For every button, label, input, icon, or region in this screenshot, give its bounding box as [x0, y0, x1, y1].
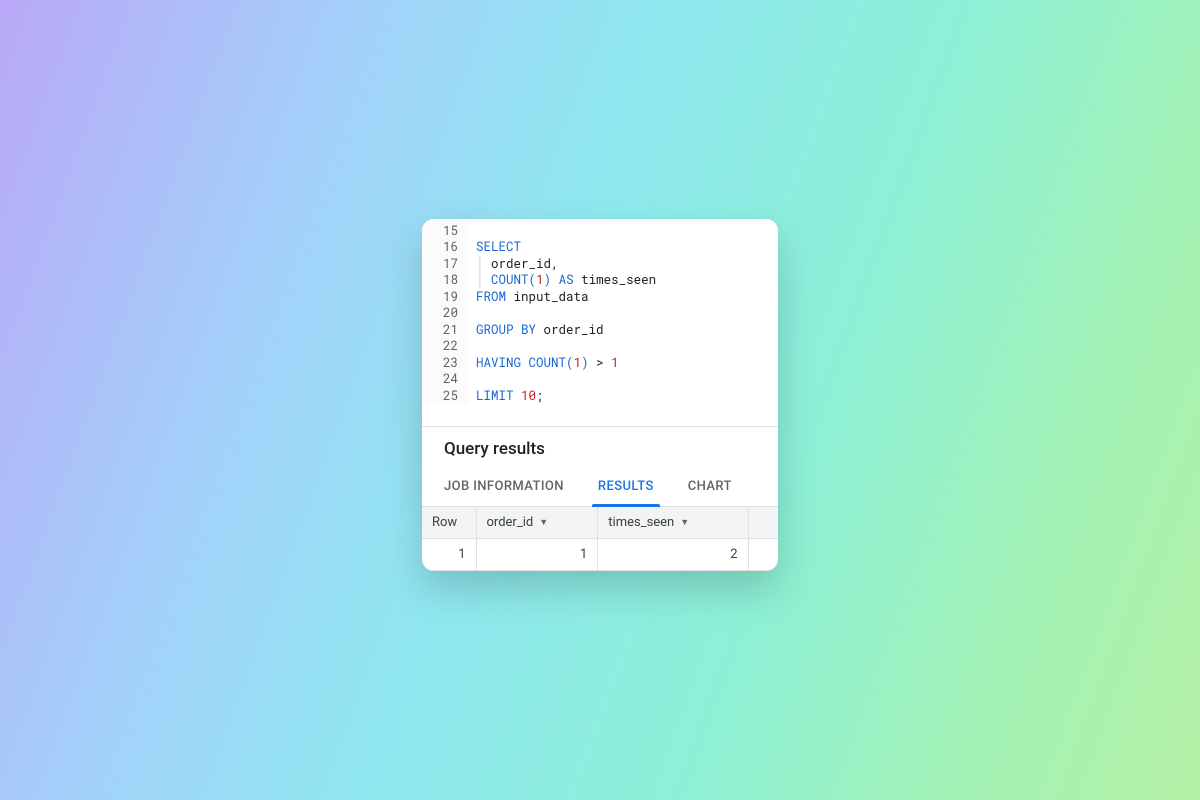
line-number: 20 [422, 305, 458, 322]
sort-icon[interactable]: ▼ [539, 517, 548, 528]
tab-results[interactable]: RESULTS [598, 469, 654, 506]
sort-icon[interactable]: ▼ [680, 517, 689, 528]
sql-editor[interactable]: 1516171819202122232425 SELECT│ order_id,… [422, 219, 778, 427]
query-panel: 1516171819202122232425 SELECT│ order_id,… [422, 219, 778, 572]
code-line[interactable]: GROUP BY order_id [476, 322, 656, 339]
line-number: 17 [422, 256, 458, 273]
column-label: Row [432, 515, 457, 530]
cell-times_seen: 2 [598, 539, 748, 571]
cell-row: 1 [422, 539, 476, 571]
column-header-spacer [748, 507, 778, 539]
code-line[interactable]: LIMIT 10; [476, 388, 656, 405]
column-label: times_seen [608, 515, 674, 530]
code-line[interactable] [476, 223, 656, 240]
code-area[interactable]: SELECT│ order_id,│ COUNT(1) AS times_see… [468, 223, 656, 405]
line-number: 25 [422, 388, 458, 405]
code-line[interactable] [476, 371, 656, 388]
code-line[interactable]: │ order_id, [476, 256, 656, 273]
tab-job-info[interactable]: JOB INFORMATION [444, 469, 564, 506]
line-number: 22 [422, 338, 458, 355]
tab-chart[interactable]: CHART [688, 469, 732, 506]
table-row[interactable]: 112 [422, 539, 778, 571]
column-header-times_seen[interactable]: times_seen ▼ [598, 507, 748, 539]
code-line[interactable] [476, 305, 656, 322]
results-tabs: JOB INFORMATION RESULTS CHART [422, 469, 778, 507]
results-table: Roworder_id▼times_seen▼ 112 [422, 507, 778, 571]
line-number: 24 [422, 371, 458, 388]
results-header: Query results [422, 427, 778, 469]
line-number: 15 [422, 223, 458, 240]
code-line[interactable]: │ COUNT(1) AS times_seen [476, 272, 656, 289]
cell-spacer [748, 539, 778, 571]
line-number: 21 [422, 322, 458, 339]
code-line[interactable]: FROM input_data [476, 289, 656, 306]
code-line[interactable]: SELECT [476, 239, 656, 256]
column-header-order_id[interactable]: order_id ▼ [476, 507, 598, 539]
column-header-row: Row [422, 507, 476, 539]
code-line[interactable] [476, 338, 656, 355]
line-number-gutter: 1516171819202122232425 [422, 223, 468, 405]
cell-order_id: 1 [476, 539, 598, 571]
line-number: 23 [422, 355, 458, 372]
line-number: 19 [422, 289, 458, 306]
code-line[interactable]: HAVING COUNT(1) > 1 [476, 355, 656, 372]
line-number: 18 [422, 272, 458, 289]
line-number: 16 [422, 239, 458, 256]
column-label: order_id [487, 515, 534, 530]
